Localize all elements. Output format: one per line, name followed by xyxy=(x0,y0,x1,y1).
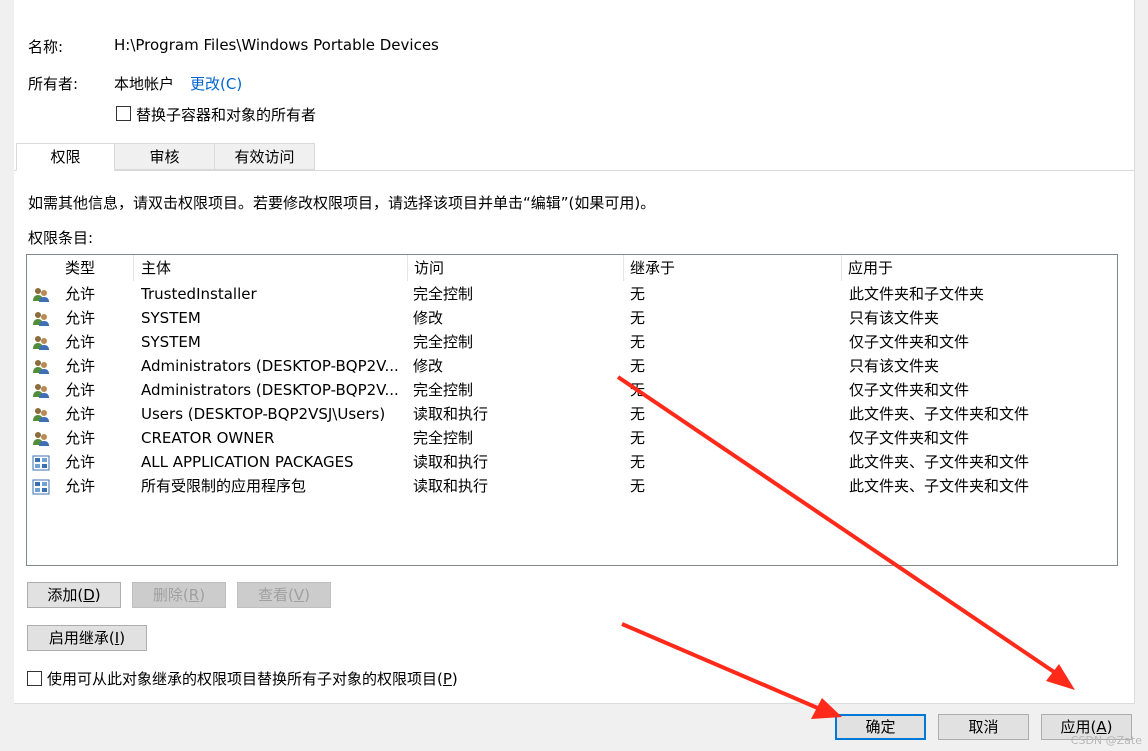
watermark: CSDN @Zate xyxy=(1070,734,1142,747)
annotation-arrows xyxy=(616,375,1075,719)
arrow-to-ok xyxy=(621,622,821,711)
arrow-to-apply xyxy=(616,375,1062,678)
